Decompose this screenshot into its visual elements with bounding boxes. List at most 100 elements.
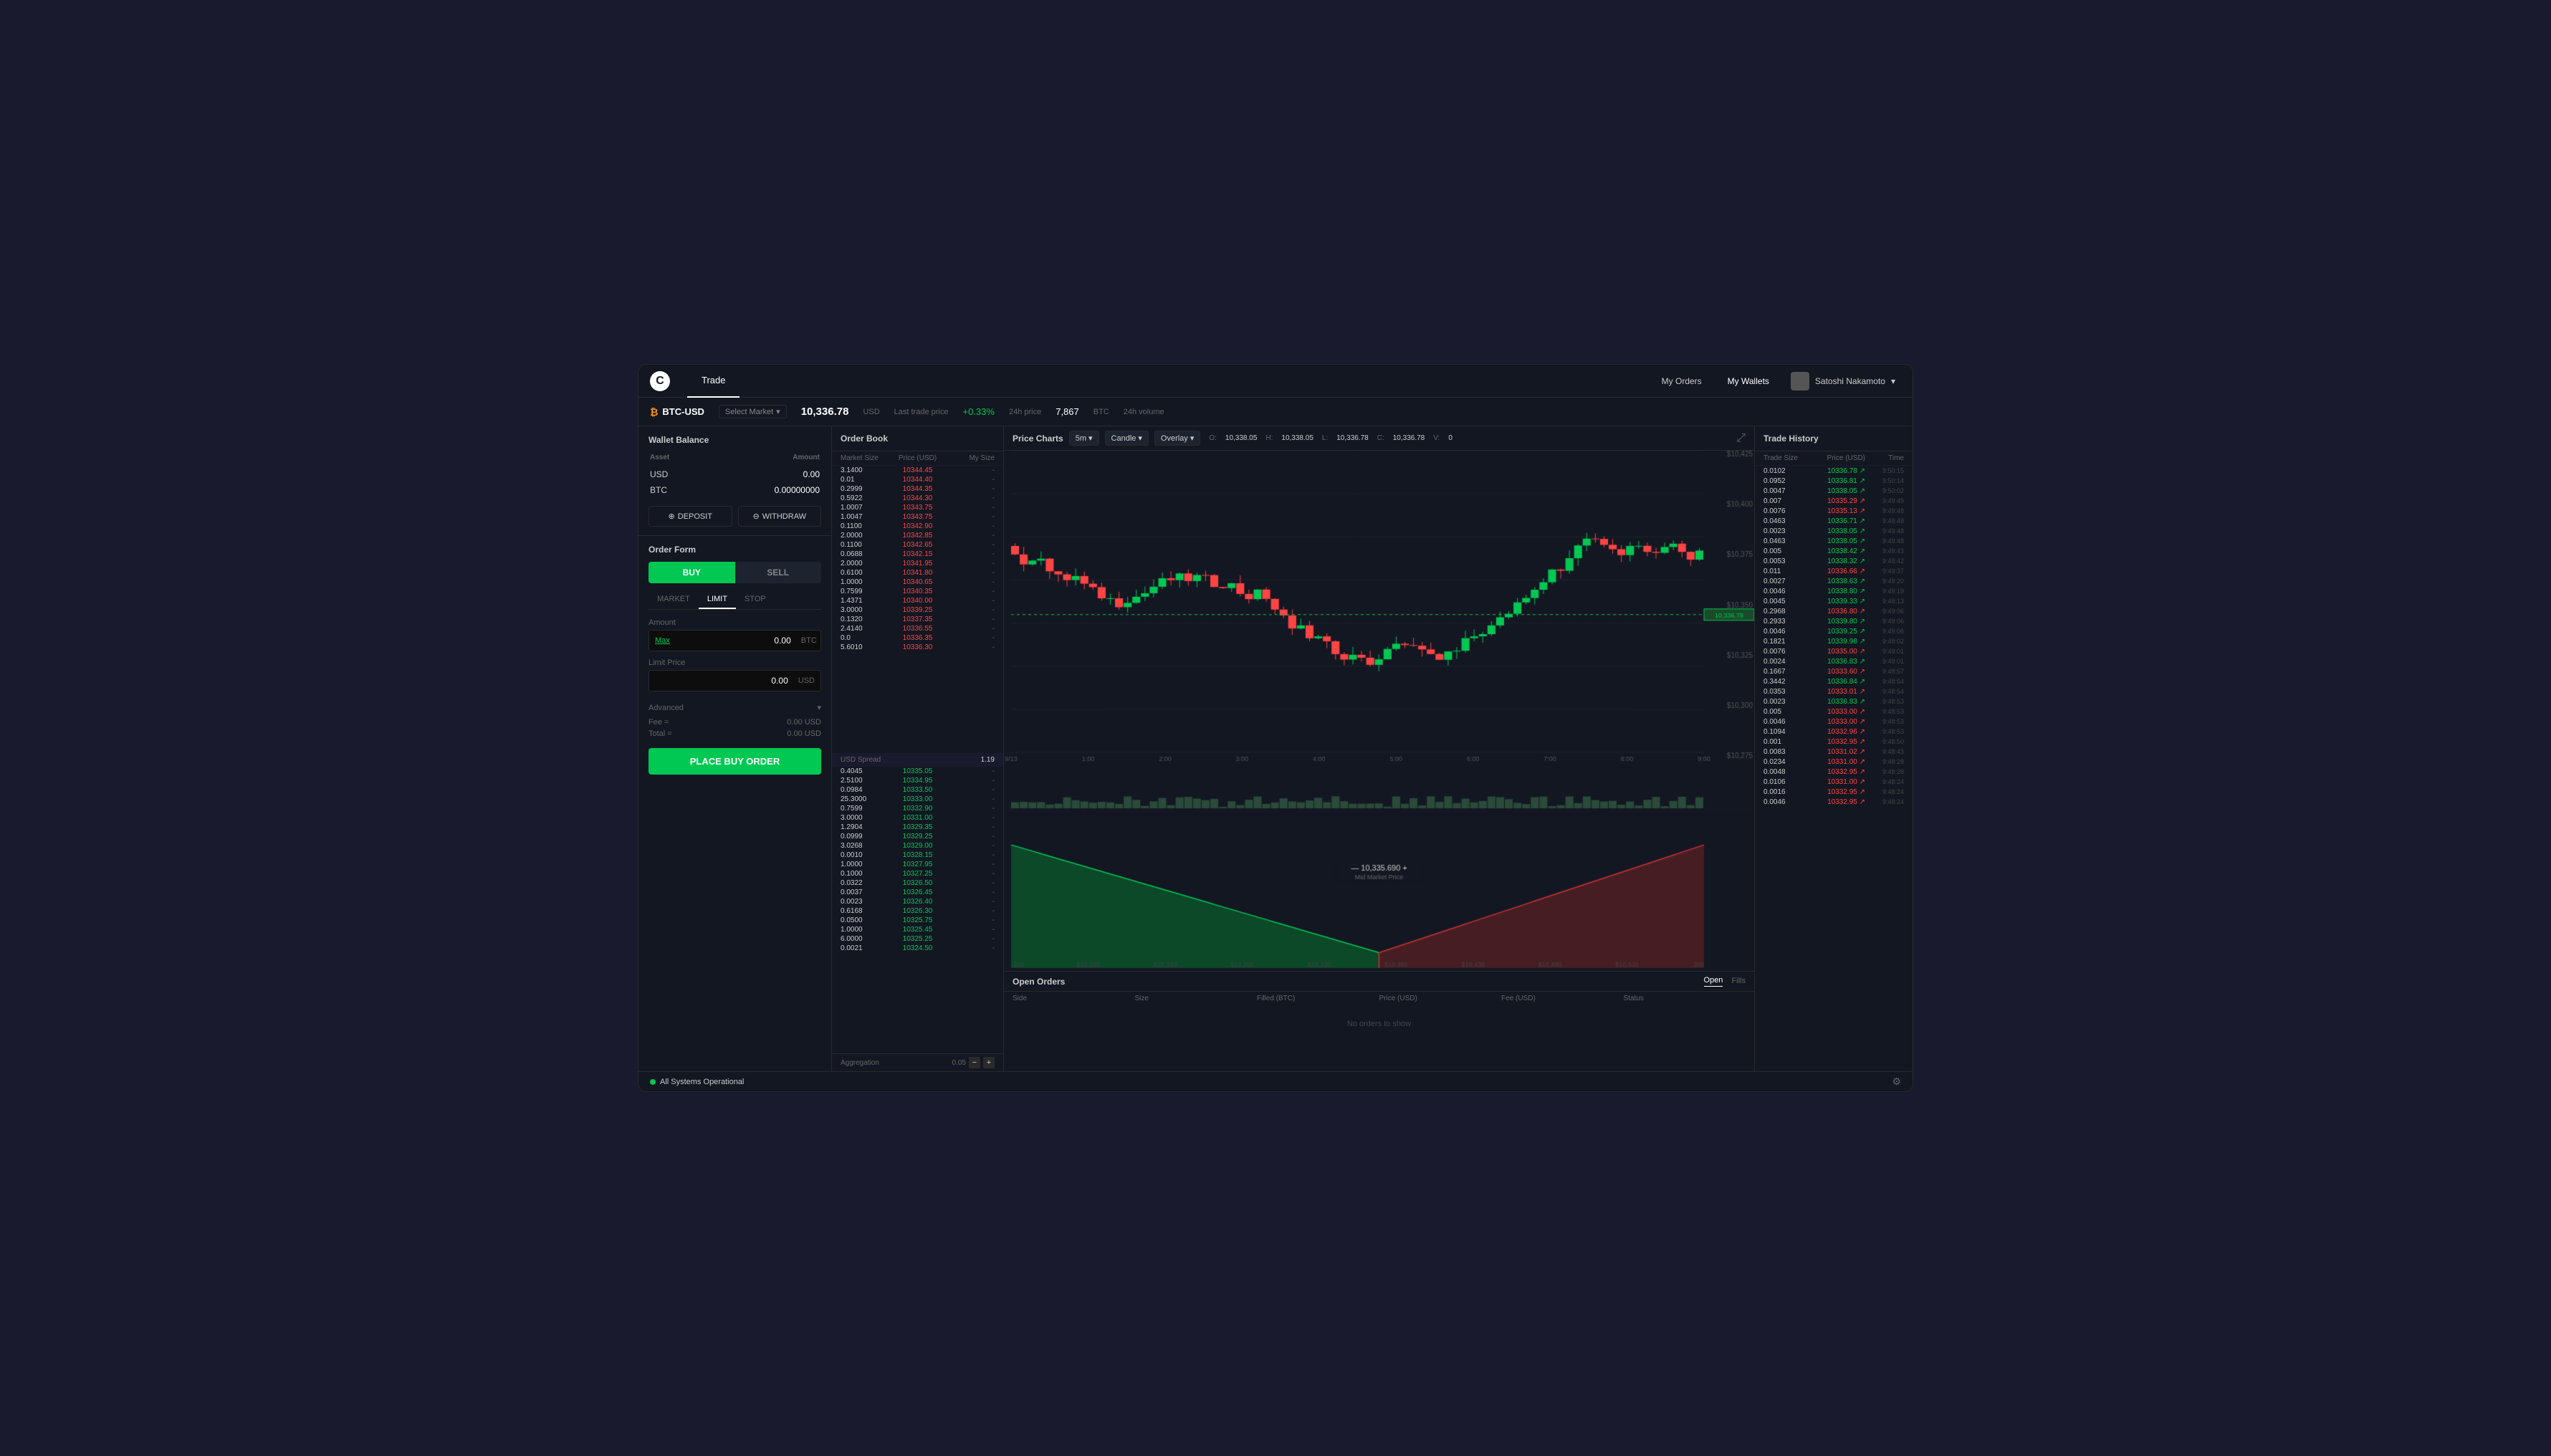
open-value: 10,338.05 xyxy=(1225,434,1258,442)
bid-row[interactable]: 25.300010333.00- xyxy=(832,795,1003,804)
volume-currency: BTC xyxy=(1093,408,1109,416)
bid-row[interactable]: 0.099910329.25- xyxy=(832,832,1003,841)
trade-time: 9:48:24 xyxy=(1865,788,1904,795)
overlay-selector[interactable]: Overlay ▾ xyxy=(1154,431,1200,446)
bid-row[interactable]: 0.100010327.25- xyxy=(832,869,1003,878)
my-orders-button[interactable]: My Orders xyxy=(1652,372,1712,391)
user-menu[interactable]: Satoshi Nakamoto ▾ xyxy=(1785,369,1901,393)
ask-row[interactable]: 0.0110344.40- xyxy=(832,475,1003,484)
ask-row[interactable]: 2.000010342.85- xyxy=(832,531,1003,540)
ask-row[interactable]: 5.601010336.30- xyxy=(832,643,1003,652)
tab-open[interactable]: Open xyxy=(1704,976,1723,987)
open-orders-title: Open Orders xyxy=(1013,977,1695,987)
timeframe-selector[interactable]: 5m ▾ xyxy=(1069,431,1099,446)
status-bar: All Systems Operational ⚙ xyxy=(638,1071,1913,1091)
order-book-col-headers: Market Size Price (USD) My Size xyxy=(832,451,1003,466)
trade-size: 0.0047 xyxy=(1763,487,1799,495)
bid-row[interactable]: 0.404510335.05- xyxy=(832,767,1003,776)
ask-row[interactable]: 1.004710343.75- xyxy=(832,512,1003,522)
ask-row[interactable]: 0.592210344.30- xyxy=(832,494,1003,503)
trade-size: 0.1667 xyxy=(1763,668,1799,676)
trade-history-row: 0.0046 10332.95 ↗ 9:48:24 xyxy=(1755,797,1913,807)
trade-size: 0.0046 xyxy=(1763,718,1799,726)
trade-size: 0.0027 xyxy=(1763,578,1799,585)
withdraw-button[interactable]: ⊖ WITHDRAW xyxy=(738,506,822,527)
ask-row[interactable]: 0.759910340.35- xyxy=(832,587,1003,596)
market-bar: ₿ BTC-USD Select Market ▾ 10,336.78 USD … xyxy=(638,398,1913,426)
price-chart-canvas[interactable] xyxy=(1004,451,1754,971)
bid-row[interactable]: 1.000010325.45- xyxy=(832,925,1003,934)
ask-row[interactable]: 0.610010341.80- xyxy=(832,568,1003,578)
bid-row[interactable]: 0.098410333.50- xyxy=(832,785,1003,795)
bid-row[interactable]: 2.510010334.95- xyxy=(832,776,1003,785)
ask-row[interactable]: 0.299910344.35- xyxy=(832,484,1003,494)
nav-tab-trade[interactable]: Trade xyxy=(687,365,740,398)
ask-row[interactable]: 0.110010342.90- xyxy=(832,522,1003,531)
buy-tab[interactable]: BUY xyxy=(648,562,735,583)
chart-expand-icon[interactable]: ⤢ xyxy=(1736,432,1746,445)
bid-row[interactable]: 0.002110324.50- xyxy=(832,944,1003,953)
ask-row[interactable]: 0.010336.35- xyxy=(832,633,1003,643)
aggregation-increase-button[interactable]: + xyxy=(983,1057,995,1068)
place-order-button[interactable]: PLACE BUY ORDER xyxy=(648,748,821,775)
trading-pair: ₿ BTC-USD xyxy=(650,406,704,418)
bid-row[interactable]: 0.759910332.90- xyxy=(832,804,1003,813)
change-label: 24h price xyxy=(1009,408,1041,416)
amount-max-link[interactable]: Max xyxy=(649,632,676,649)
bid-row[interactable]: 1.000010327.95- xyxy=(832,860,1003,869)
deposit-button[interactable]: ⊕ DEPOSIT xyxy=(648,506,732,527)
ask-row[interactable]: 0.110010342.65- xyxy=(832,540,1003,550)
bid-row[interactable]: 0.003710326.45- xyxy=(832,888,1003,897)
trade-size: 0.1821 xyxy=(1763,638,1799,646)
ask-row[interactable]: 1.000010340.65- xyxy=(832,578,1003,587)
trade-size: 0.0234 xyxy=(1763,758,1799,766)
status-text: All Systems Operational xyxy=(660,1078,744,1086)
volume-value: 0 xyxy=(1448,434,1452,442)
bid-row[interactable]: 1.290410329.35- xyxy=(832,823,1003,832)
market-select-dropdown[interactable]: Select Market ▾ xyxy=(719,405,787,418)
trade-time: 9:49:19 xyxy=(1865,588,1904,595)
amount-input[interactable] xyxy=(676,631,795,651)
wallet-balance-section: Wallet Balance Asset Amount USD 0.00 xyxy=(638,426,831,536)
tab-stop[interactable]: STOP xyxy=(736,590,775,609)
bid-row[interactable]: 0.616810326.30- xyxy=(832,906,1003,916)
col-filled: Filled (BTC) xyxy=(1257,995,1379,1002)
settings-icon[interactable]: ⚙ xyxy=(1892,1076,1901,1088)
ask-row[interactable]: 1.437110340.00- xyxy=(832,596,1003,605)
trade-size: 0.0076 xyxy=(1763,648,1799,656)
tab-market[interactable]: MARKET xyxy=(648,590,699,609)
bid-row[interactable]: 3.000010331.00- xyxy=(832,813,1003,823)
aggregation-decrease-button[interactable]: − xyxy=(969,1057,980,1068)
bid-row[interactable]: 0.050010325.75- xyxy=(832,916,1003,925)
trade-size: 0.0083 xyxy=(1763,748,1799,756)
ask-row[interactable]: 1.000710343.75- xyxy=(832,503,1003,512)
ask-row[interactable]: 0.068810342.15- xyxy=(832,550,1003,559)
ask-row[interactable]: 0.132010337.35- xyxy=(832,615,1003,624)
ask-row[interactable]: 3.140010344.45- xyxy=(832,466,1003,475)
trade-price: 10338.05 ↗ xyxy=(1799,537,1865,545)
trade-price: 10338.42 ↗ xyxy=(1799,547,1865,555)
wallet-row-usd: USD 0.00 xyxy=(650,467,820,482)
sell-tab[interactable]: SELL xyxy=(735,562,822,583)
my-wallets-button[interactable]: My Wallets xyxy=(1718,372,1779,391)
bid-row[interactable]: 0.002310326.40- xyxy=(832,897,1003,906)
ask-row[interactable]: 2.414010336.55- xyxy=(832,624,1003,633)
bid-row[interactable]: 0.001010328.15- xyxy=(832,851,1003,860)
trade-price: 10336.66 ↗ xyxy=(1799,567,1865,575)
ask-row[interactable]: 3.000010339.25- xyxy=(832,605,1003,615)
tab-fills[interactable]: Fills xyxy=(1731,977,1746,987)
tab-limit[interactable]: LIMIT xyxy=(699,590,736,609)
bid-row[interactable]: 6.000010325.25- xyxy=(832,934,1003,944)
fee-row: Fee = 0.00 USD xyxy=(648,717,821,728)
trade-time: 9:49:48 xyxy=(1865,527,1904,535)
main-content: Wallet Balance Asset Amount USD 0.00 xyxy=(638,426,1913,1071)
logo-icon[interactable]: C xyxy=(650,371,670,391)
advanced-row[interactable]: Advanced ▾ xyxy=(648,699,821,717)
trade-price: 10332.95 ↗ xyxy=(1799,788,1865,796)
ask-row[interactable]: 2.000010341.95- xyxy=(832,559,1003,568)
bid-row[interactable]: 0.032210326.50- xyxy=(832,878,1003,888)
trade-time: 9:48:54 xyxy=(1865,688,1904,695)
limit-price-input[interactable] xyxy=(649,671,793,691)
bid-row[interactable]: 3.026810329.00- xyxy=(832,841,1003,851)
candle-type-selector[interactable]: Candle ▾ xyxy=(1105,431,1149,446)
